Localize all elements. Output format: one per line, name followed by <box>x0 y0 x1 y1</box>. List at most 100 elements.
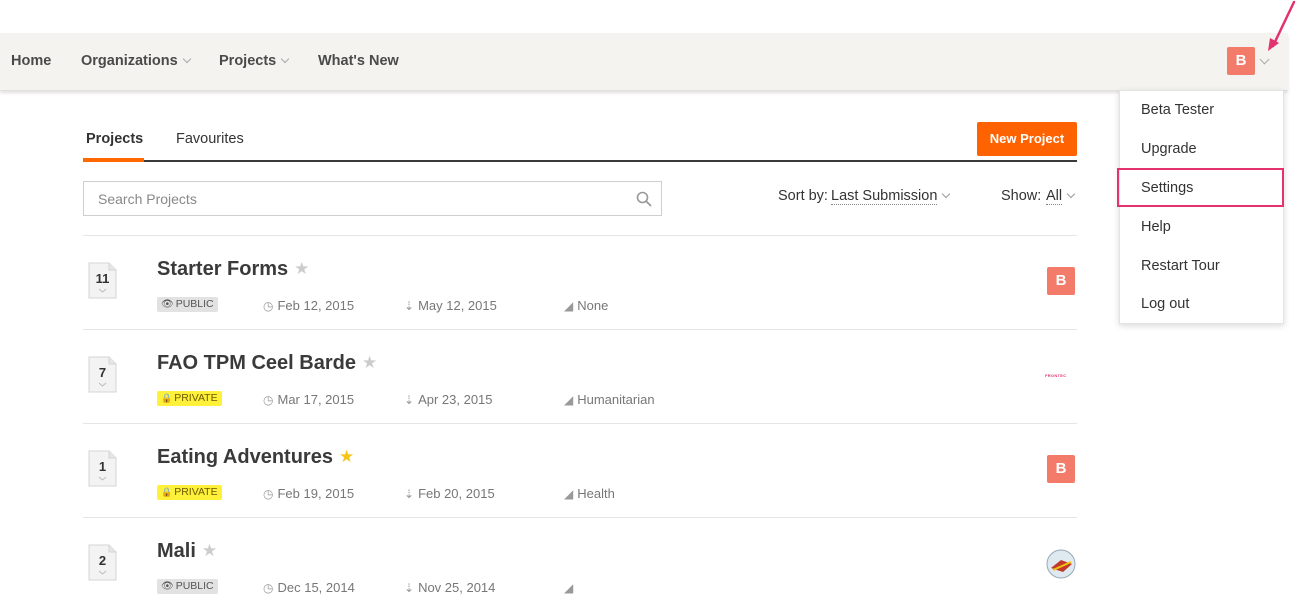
submission-count: 7 <box>98 365 107 380</box>
search-icon[interactable] <box>636 191 652 207</box>
chevron-down-icon[interactable] <box>1066 189 1076 199</box>
created-date: ◷ Mar 17, 2015 <box>263 392 354 407</box>
last-submission-date: ⇣ Feb 20, 2015 <box>404 486 495 501</box>
visibility-label: PRIVATE <box>174 392 218 404</box>
search-box <box>83 181 662 216</box>
project-title-text: FAO TPM Ceel Barde <box>157 352 356 374</box>
nav-home[interactable]: Home <box>11 53 51 69</box>
star-icon[interactable]: ★ <box>202 541 217 561</box>
submission-count-badge[interactable]: 1 <box>87 450 118 488</box>
created-date-text: Feb 19, 2015 <box>277 486 355 501</box>
show-dropdown[interactable]: All <box>1046 188 1063 205</box>
last-submission-date: ⇣ May 12, 2015 <box>404 298 497 313</box>
show-label: Show: <box>1001 188 1042 204</box>
tabs-divider <box>83 160 1077 162</box>
submission-count-badge[interactable]: 2 <box>87 544 118 582</box>
project-title[interactable]: FAO TPM Ceel Barde ★ <box>157 352 377 375</box>
nav-organizations[interactable]: Organizations <box>81 53 191 69</box>
lock-icon: 🔒 <box>161 393 173 403</box>
owner-avatar[interactable]: B <box>1047 267 1075 295</box>
clock-icon: ◷ <box>263 393 274 407</box>
visibility-badge: 🔒 PRIVATE <box>157 485 222 500</box>
tag-icon: ◢ <box>564 393 574 407</box>
visibility-badge: 👁 PUBLIC <box>157 297 218 312</box>
last-submission-text: May 12, 2015 <box>418 298 497 313</box>
project-title[interactable]: Starter Forms ★ <box>157 258 309 281</box>
submission-count-badge[interactable]: 11 <box>87 262 118 300</box>
menu-item-beta-tester[interactable]: Beta Tester <box>1120 91 1285 129</box>
new-project-button[interactable]: New Project <box>977 122 1077 156</box>
clock-icon: ◷ <box>263 299 274 313</box>
star-icon[interactable]: ★ <box>362 353 377 373</box>
last-submission-text: Apr 23, 2015 <box>418 392 493 407</box>
submission-count: 2 <box>98 553 107 568</box>
project-title[interactable]: Mali ★ <box>157 540 217 563</box>
project-title-text: Mali <box>157 540 196 562</box>
tag-icon: ◢ <box>564 581 574 595</box>
visibility-label: PUBLIC <box>175 298 214 310</box>
menu-item-upgrade[interactable]: Upgrade <box>1120 130 1285 168</box>
project-row[interactable]: 7 FAO TPM Ceel Barde ★ 🔒 PRIVATE ◷ Mar 17, 201… <box>83 330 1077 424</box>
lock-icon: 🔒 <box>161 487 173 497</box>
submission-count: 11 <box>95 271 110 286</box>
search-input[interactable] <box>98 182 618 215</box>
owner-avatar[interactable]: B <box>1047 455 1075 483</box>
project-tag-text: Humanitarian <box>577 392 655 407</box>
tab-projects[interactable]: Projects <box>86 131 143 147</box>
nav-projects[interactable]: Projects <box>219 53 290 69</box>
menu-item-log-out[interactable]: Log out <box>1120 285 1285 323</box>
project-row[interactable]: 11 Starter Forms ★ 👁 PUBLIC ◷ Feb 12, 2015 ⇣ May… <box>83 236 1077 330</box>
owner-avatar-image[interactable] <box>1045 548 1077 580</box>
submission-count: 1 <box>98 459 107 474</box>
created-date: ◷ Dec 15, 2014 <box>263 580 355 595</box>
tab-favourites[interactable]: Favourites <box>176 131 244 147</box>
project-title[interactable]: Eating Adventures ★ <box>157 446 354 469</box>
download-icon: ⇣ <box>404 487 415 501</box>
created-date-text: Feb 12, 2015 <box>277 298 355 313</box>
created-date-text: Dec 15, 2014 <box>277 580 355 595</box>
submission-count-badge[interactable]: 7 <box>87 356 118 394</box>
nav-whats-new[interactable]: What's New <box>318 53 399 69</box>
project-title-text: Eating Adventures <box>157 446 333 468</box>
clock-icon: ◷ <box>263 581 274 595</box>
sort-dropdown[interactable]: Last Submission <box>831 188 938 205</box>
menu-item-settings[interactable]: Settings <box>1120 169 1285 207</box>
tag-icon: ◢ <box>564 487 574 501</box>
created-date: ◷ Feb 19, 2015 <box>263 486 354 501</box>
star-icon[interactable]: ★ <box>339 447 354 467</box>
user-dropdown-menu: Beta Tester Upgrade Settings Help Restar… <box>1119 90 1284 324</box>
nav-projects-label: Projects <box>219 53 277 69</box>
owner-logo[interactable]: FRONTEC <box>1045 373 1066 378</box>
project-tag: ◢ Humanitarian <box>564 392 655 407</box>
user-avatar-button[interactable]: B <box>1227 47 1255 75</box>
star-icon[interactable]: ★ <box>294 259 309 279</box>
chevron-down-icon[interactable] <box>941 189 951 199</box>
active-tab-indicator <box>83 158 144 162</box>
created-date: ◷ Feb 12, 2015 <box>263 298 354 313</box>
visibility-badge: 🔒 PRIVATE <box>157 391 222 406</box>
visibility-label: PRIVATE <box>174 486 218 498</box>
nav-organizations-label: Organizations <box>81 53 178 69</box>
project-tag-text: None <box>577 298 609 313</box>
project-row[interactable]: 2 Mali ★ 👁 PUBLIC ◷ Dec 15, 2014 ⇣ Nov 25, 2014 ◢ <box>83 518 1077 610</box>
top-navigation-bar: Home Organizations Projects What's New <box>0 33 1288 91</box>
last-submission-text: Feb 20, 2015 <box>418 486 495 501</box>
tag-icon: ◢ <box>564 299 574 313</box>
annotation-arrow-icon <box>1268 0 1296 51</box>
project-title-text: Starter Forms <box>157 258 289 280</box>
eye-icon: 👁 <box>161 299 174 310</box>
menu-item-help[interactable]: Help <box>1120 208 1285 246</box>
download-icon: ⇣ <box>404 393 415 407</box>
menu-item-restart-tour[interactable]: Restart Tour <box>1120 247 1285 285</box>
last-submission-text: Nov 25, 2014 <box>418 580 496 595</box>
project-tag: ◢ Health <box>564 486 615 501</box>
project-tag: ◢ None <box>564 298 608 313</box>
project-tag-text: Health <box>577 486 615 501</box>
project-row[interactable]: 1 Eating Adventures ★ 🔒 PRIVATE ◷ Feb 19, 2015… <box>83 424 1077 518</box>
download-icon: ⇣ <box>404 299 415 313</box>
chevron-down-icon <box>182 54 191 64</box>
project-tag: ◢ <box>564 580 577 595</box>
visibility-label: PUBLIC <box>175 580 214 592</box>
visibility-badge: 👁 PUBLIC <box>157 579 218 594</box>
sort-label: Sort by: <box>778 188 828 204</box>
